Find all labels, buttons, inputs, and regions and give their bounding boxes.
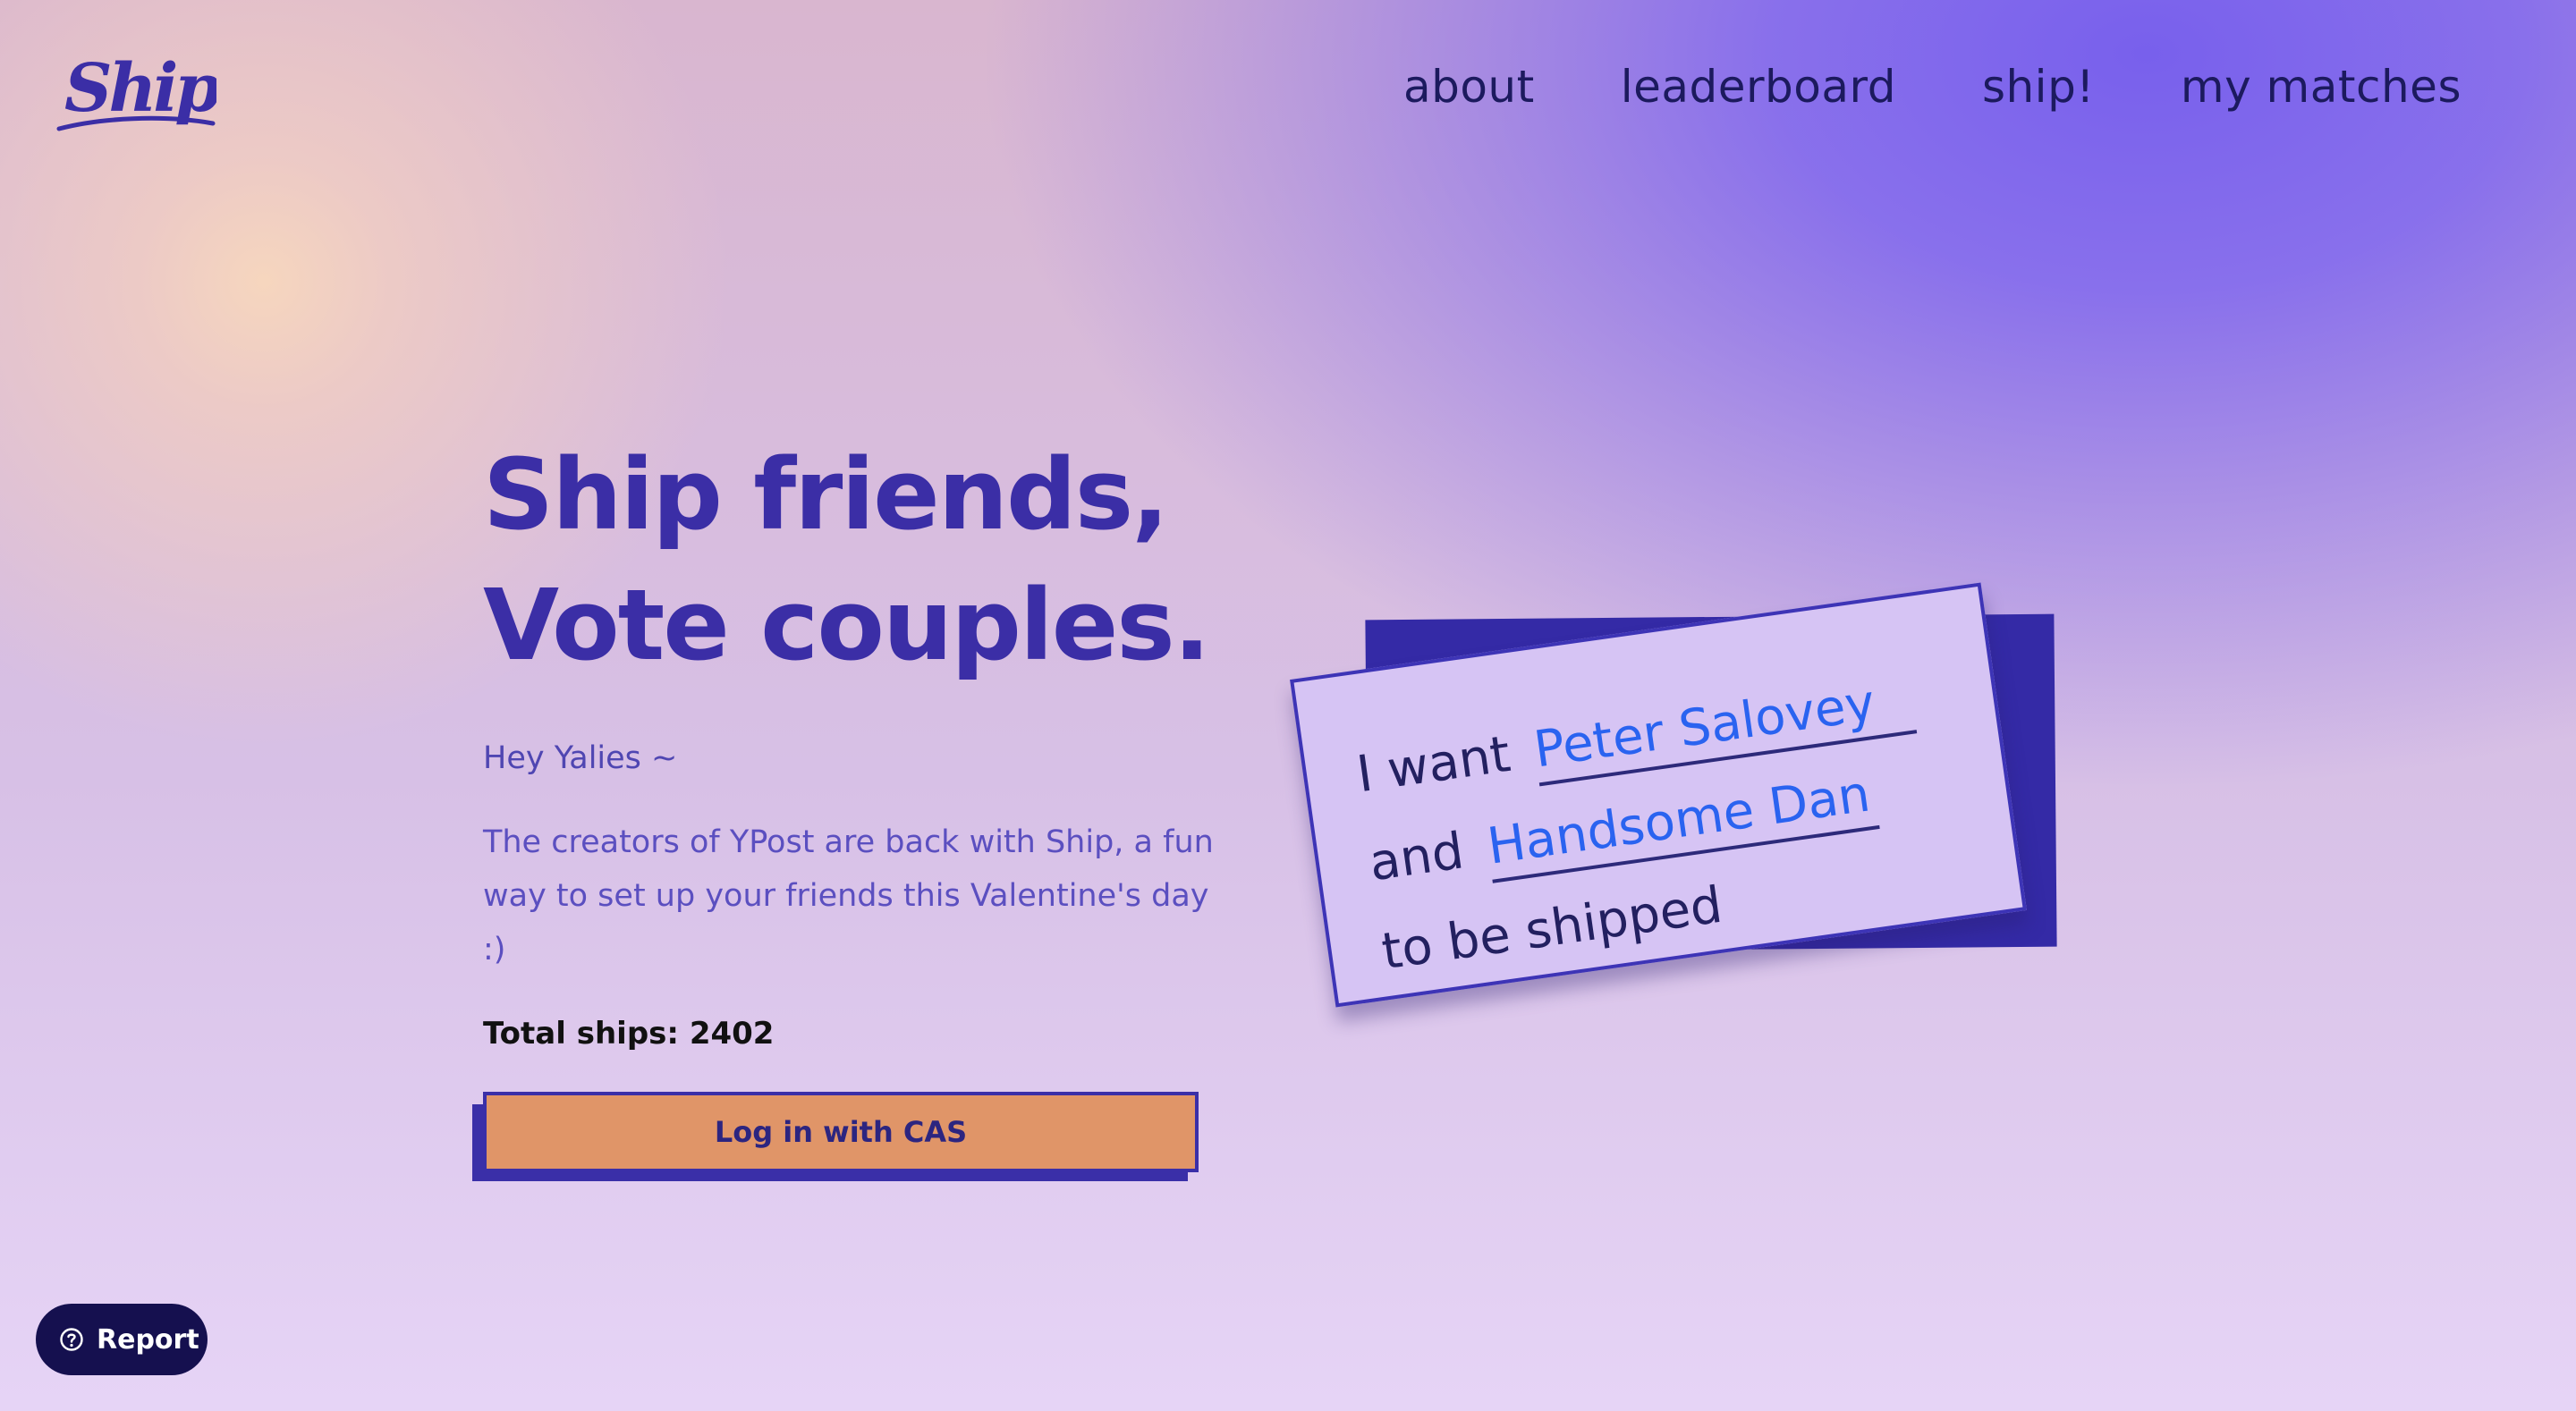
headline-line-1: Ship friends,: [483, 437, 1169, 552]
total-ships-count: Total ships: 2402: [483, 1016, 775, 1052]
report-button[interactable]: Report: [36, 1304, 208, 1375]
login-button-wrapper: Log in with CAS: [472, 1092, 1199, 1181]
nav-my-matches[interactable]: my matches: [2181, 61, 2462, 113]
headline-line-2: Vote couples.: [483, 568, 1211, 682]
ship-card-illustration: I want Peter Salovey and Handsome Dan to b…: [1288, 554, 2093, 1019]
description-text: The creators of YPost are back with Ship…: [483, 824, 1214, 967]
nav-about[interactable]: about: [1403, 61, 1535, 113]
question-circle-icon: [59, 1327, 84, 1352]
nav-leaderboard[interactable]: leaderboard: [1621, 61, 1896, 113]
hero-headline: Ship friends, Vote couples.: [483, 429, 1216, 690]
card-line1-prefix: I want: [1353, 724, 1514, 805]
report-label: Report: [97, 1323, 199, 1356]
login-cas-button[interactable]: Log in with CAS: [483, 1092, 1199, 1172]
card-line2-prefix: and: [1366, 822, 1468, 893]
hero-section: Ship friends, Vote couples. Hey Yalies ~…: [483, 429, 1216, 1052]
nav-ship[interactable]: ship!: [1982, 61, 2095, 113]
logo-text: Ship: [64, 50, 216, 127]
greeting-text: Hey Yalies ~: [483, 740, 678, 776]
main-nav: about leaderboard ship! my matches: [1403, 61, 2462, 113]
ship-logo[interactable]: Ship: [55, 46, 224, 136]
ship-logo-mark: Ship: [56, 50, 224, 131]
